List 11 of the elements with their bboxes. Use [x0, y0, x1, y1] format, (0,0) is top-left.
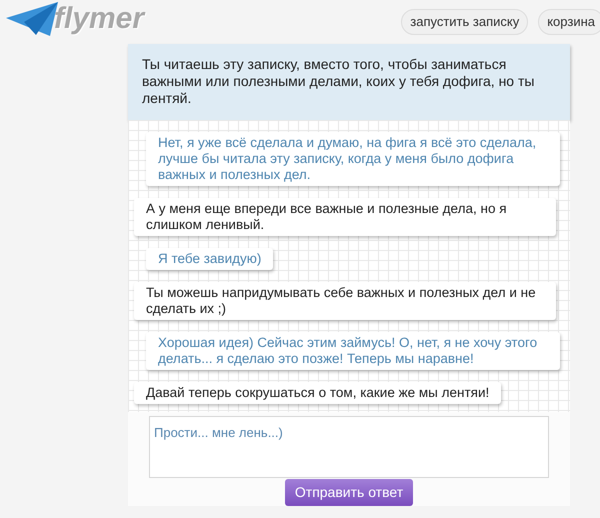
nav-button[interactable]: корзина [538, 9, 600, 35]
note-message: Ты можешь напридумывать себе важных и полезных дел и не сделать их ;) [134, 282, 556, 320]
reply-field[interactable]: Прости... мне лень...) [149, 416, 549, 478]
reply-message: Нет, я уже всё сделала и думаю, на фига я всё это сделала, лучше бы читала эту записку, когда у меня было дофига важных и полезных дел. [146, 132, 560, 186]
nav-button[interactable]: запустить записку [401, 9, 528, 35]
note-card: Ты читаешь эту записку, вместо того, чтобы заниматься важными или полезными делами, коих у тебя дофига, но ты лентяй. [128, 44, 570, 120]
note-message: Давай теперь сокрушаться о том, какие же мы лентяи! [134, 382, 502, 404]
reply-message: Хорошая идея) Сейчас этим займусь! О, нет, я не хочу этого делать... я сделаю это позже! Теперь мы наравне! [146, 332, 560, 370]
note-message: А у меня еще впереди все важные и полезные дела, но я слишком ленивый. [134, 198, 556, 236]
send-button[interactable]: Отправить ответ [285, 479, 413, 506]
reply-message: Я тебе завидую) [146, 248, 274, 270]
